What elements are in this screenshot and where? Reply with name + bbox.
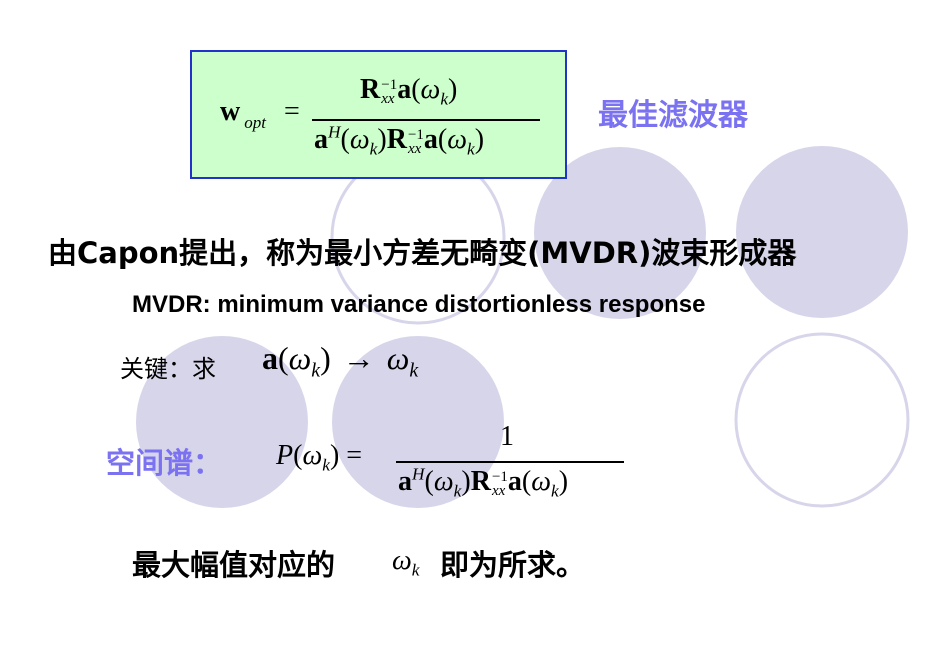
spectrum-denominator: aH(ωk)R −1 xx a(ωk) [398,464,569,501]
spectrum-numerator: 1 [500,421,514,452]
fraction-bar [312,119,540,121]
intro-line: 由Capon提出，称为最小方差无畸变(MVDR)波束形成器 [48,236,797,270]
spectrum-fraction-bar [396,461,624,463]
spectrum-label: 空间谱： [106,446,223,480]
title-label: 最佳滤波器 [598,98,748,133]
mvdr-expansion: MVDR: minimum variance distortionless re… [132,291,706,318]
conclusion-prefix: 最大幅值对应的 [132,548,336,582]
conclusion-suffix: 即为所求。 [440,548,586,582]
key-label: 关键：求 [120,355,216,383]
outline-circle [734,332,910,508]
formula-denominator: aH(ωk)R −1 xx a(ωk) [314,122,485,159]
equals-sign: = [284,96,300,127]
spectrum-lhs: P(ωk) = [276,440,363,475]
formula-numerator: R −1 xx a(ωk) [360,74,458,109]
key-expression: a(ωk) → ωk [262,340,419,382]
w-opt-symbol: w opt [220,96,266,132]
omega-k-symbol: ωk [392,545,420,580]
optimal-weight-formula: w opt = R −1 xx a(ωk) aH(ωk)R −1 xx a(ωk) [190,50,567,179]
